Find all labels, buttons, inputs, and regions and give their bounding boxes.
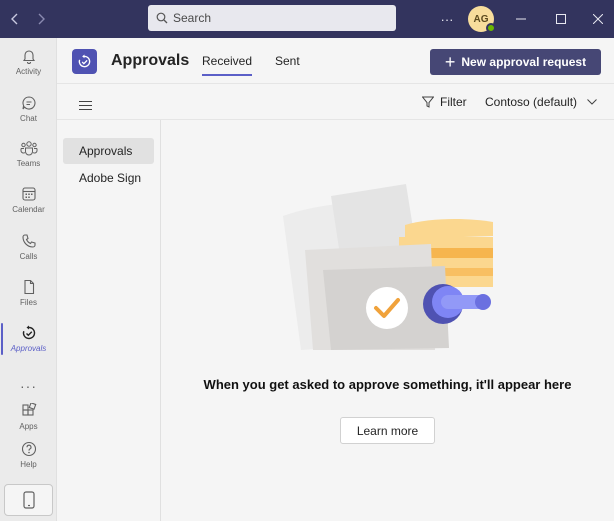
rail-label-files: Files [20,298,37,307]
title-bar: Search ··· AG [0,0,614,38]
nav-item-adobe-sign[interactable]: Adobe Sign [63,165,154,191]
rail-label-teams: Teams [16,159,41,168]
mobile-download-button[interactable] [4,484,53,516]
hamburger-menu-button[interactable] [79,97,92,115]
search-input[interactable]: Search [148,5,396,31]
learn-more-button[interactable]: Learn more [340,417,435,444]
filter-label: Filter [440,95,467,109]
avatar-initials: AG [473,13,489,25]
main-content: When you get asked to approve something,… [161,120,614,521]
forward-button[interactable] [30,8,52,30]
close-icon [593,14,603,24]
maximize-icon [556,14,566,24]
ellipsis-icon: ··· [440,11,454,27]
filter-icon [422,96,434,108]
rail-label-activity: Activity [15,67,42,76]
back-button[interactable] [4,8,26,30]
phone-icon [21,234,36,248]
tenant-label: Contoso (default) [485,95,578,109]
approvals-nav: Approvals Adobe Sign [57,120,161,521]
rail-item-activity[interactable]: Activity [0,40,57,84]
rail-label-calls: Calls [19,252,38,261]
rail-item-files[interactable]: Files [0,271,57,315]
search-placeholder: Search [173,11,212,25]
bell-icon [22,50,35,64]
nav-item-approvals[interactable]: Approvals [63,138,154,164]
approvals-app-icon [72,49,97,74]
filter-button[interactable]: Filter [422,95,467,109]
empty-state-message: When you get asked to approve something,… [203,377,572,392]
rail-item-calendar[interactable]: Calendar [0,178,57,222]
rail-item-approvals[interactable]: Approvals [0,317,57,361]
app-header: Approvals Received Sent + New approval r… [57,38,614,84]
rail-item-teams[interactable]: Teams [0,132,57,176]
rail-label-apps: Apps [19,422,38,431]
chevron-down-icon [587,99,597,105]
app-rail: Activity Chat Teams Calendar Calls Files… [0,38,57,521]
mobile-phone-icon [22,491,35,509]
close-button[interactable] [585,7,611,31]
more-apps-button[interactable]: ··· [0,378,57,394]
help-icon [21,441,36,457]
tenant-dropdown[interactable]: Contoso (default) [485,95,597,109]
plus-icon: + [444,52,456,72]
search-icon [156,12,168,24]
apps-icon [21,403,36,416]
more-options-button[interactable]: ··· [436,8,458,30]
rail-item-calls[interactable]: Calls [0,225,57,269]
tab-sent[interactable]: Sent [275,54,300,68]
rail-item-chat[interactable]: Chat [0,87,57,131]
approvals-glyph-icon [78,54,91,68]
rail-label-approvals: Approvals [10,344,47,353]
rail-label-chat: Chat [20,114,37,123]
toolbar: Filter Contoso (default) [57,84,614,120]
hamburger-icon [79,101,92,110]
rail-item-help[interactable]: Help [0,433,57,477]
new-approval-request-label: New approval request [461,55,587,69]
page-title: Approvals [111,52,190,69]
chevron-right-icon [38,13,45,25]
rail-label-help: Help [20,460,37,469]
chevron-left-icon [11,13,18,25]
presence-available-icon [486,23,496,33]
calendar-icon [21,187,36,201]
approvals-icon [22,325,35,340]
maximize-button[interactable] [548,7,574,31]
tab-received[interactable]: Received [202,54,253,76]
file-icon [23,279,34,295]
avatar[interactable]: AG [468,6,496,33]
rail-label-calendar: Calendar [12,205,45,214]
new-approval-request-button[interactable]: + New approval request [430,49,601,75]
teams-icon [20,141,37,156]
chat-icon [21,96,35,110]
empty-state-illustration [283,184,493,350]
minimize-button[interactable] [508,7,534,31]
minimize-icon [516,18,526,20]
